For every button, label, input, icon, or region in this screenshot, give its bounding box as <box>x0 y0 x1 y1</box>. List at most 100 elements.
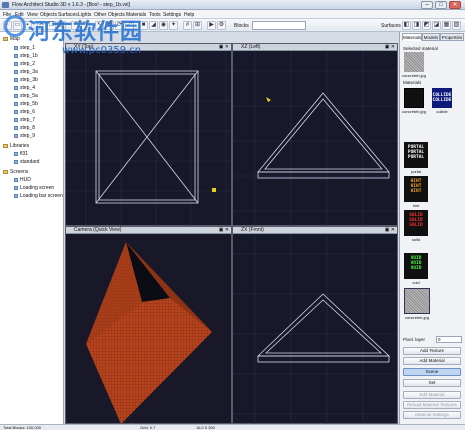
tree-item-step[interactable]: step_1b <box>14 52 38 59</box>
camera-view-canvas[interactable] <box>66 234 231 424</box>
close-button[interactable]: ✕ <box>449 1 461 9</box>
screen-icon <box>14 185 18 190</box>
tree-item-step[interactable]: step_5a <box>14 92 38 99</box>
tab-materials[interactable]: Materials <box>402 33 422 41</box>
add-material-button[interactable]: Add Material <box>403 357 461 365</box>
tree-item-label: HUD <box>20 176 31 183</box>
left-view-canvas[interactable] <box>233 51 397 226</box>
viewport-top[interactable]: XY (Top) ▣ ✕ <box>65 43 232 226</box>
tree-node-screens[interactable]: Screens <box>3 168 28 175</box>
tree-item-screen[interactable]: Loading screen <box>14 184 54 191</box>
pixel-layer-field[interactable]: 0 <box>436 336 462 343</box>
watermark-logo-icon <box>4 15 26 37</box>
tree-item-step[interactable]: step_9 <box>14 132 35 139</box>
status-bar: Total Blocks: 100,000 Grid: 0.7 16.0 5 3… <box>0 424 465 430</box>
play-icon[interactable]: ▶ <box>207 21 216 30</box>
tree-item-library[interactable]: fl31 <box>14 150 28 157</box>
tree-item-step[interactable]: step_7 <box>14 116 35 123</box>
top-view-canvas[interactable] <box>66 51 231 226</box>
menu-settings[interactable]: Settings <box>163 12 181 18</box>
tree-item-step[interactable]: step_5b <box>14 100 38 107</box>
material-portal-swatch[interactable]: PORTAL PORTAL PORTAL <box>404 142 428 168</box>
tree-item-step[interactable]: step_3b <box>14 76 38 83</box>
viewport-controls-icon[interactable]: ▣ ✕ <box>219 44 229 51</box>
tree-item-step[interactable]: step_2 <box>14 60 35 67</box>
surface-icon-2[interactable]: ◨ <box>412 21 421 30</box>
surface-icon-5[interactable]: ▦ <box>442 21 451 30</box>
tab-models[interactable]: Models <box>422 33 440 41</box>
minimize-button[interactable]: – <box>421 1 433 9</box>
material-void-swatch[interactable]: VOID VOID VOID <box>404 253 428 279</box>
selected-material-name: concreteb.jpg <box>401 73 426 78</box>
level-icon <box>14 125 18 130</box>
viewport-left[interactable]: XZ (Left) ▣ ✕ <box>232 43 398 226</box>
scene-tree: Map step_1 step_1b step_2 step_3a step_3… <box>0 32 64 424</box>
material-solid-swatch[interactable]: SOLID SOLID SOLID <box>404 210 428 236</box>
level-icon <box>14 45 18 50</box>
tree-item-screen[interactable]: HUD <box>14 176 31 183</box>
material-name: concreteb.jpg <box>404 315 429 320</box>
grid-toggle-icon[interactable]: # <box>183 21 192 30</box>
viewport-controls-icon[interactable]: ▣ ✕ <box>385 227 395 234</box>
scene-button[interactable]: Scene <box>403 368 461 376</box>
tree-item-step[interactable]: step_8 <box>14 124 35 131</box>
set-button[interactable]: Set <box>403 379 461 387</box>
viewport-header: ZX (Front) ▣ ✕ <box>233 227 397 234</box>
blocks-select[interactable] <box>252 21 306 30</box>
tree-item-screen[interactable]: Loading bar screen <box>14 192 63 199</box>
level-icon <box>14 85 18 90</box>
cylinder-tool-icon[interactable]: ◉ <box>159 21 168 30</box>
surface-icon-1[interactable]: ◧ <box>402 21 411 30</box>
tree-item-library[interactable]: standard <box>14 158 39 165</box>
viewport-front[interactable]: ZX (Front) ▣ ✕ <box>232 226 398 424</box>
folder-icon <box>3 36 8 41</box>
camera-marker-icon[interactable] <box>266 97 271 102</box>
front-view-canvas[interactable] <box>233 234 397 424</box>
viewport-header: Camera (Quick View) ▣ ✕ <box>66 227 231 234</box>
selected-material-swatch <box>404 52 424 72</box>
material-swatch-text: PORTAL PORTAL PORTAL <box>407 145 425 160</box>
tree-item-step[interactable]: step_6 <box>14 108 35 115</box>
tree-node-label: Screens <box>10 168 29 175</box>
material-collide-swatch[interactable]: COLLIDE COLLIDE <box>432 88 452 108</box>
add-texture-button[interactable]: Add Texture <box>403 347 461 355</box>
status-mid: Grid: 0.7 <box>140 425 156 430</box>
pixel-layer-label: Pixel. layer <box>403 337 426 342</box>
wedge-tool-icon[interactable]: ◢ <box>149 21 158 30</box>
folder-icon <box>3 143 8 148</box>
material-hint-swatch[interactable]: HINT HINT HINT <box>404 176 428 202</box>
material-concrete-swatch[interactable] <box>404 88 424 108</box>
tree-item-label: Loading screen <box>20 184 55 191</box>
surfaces-label: Surfaces <box>381 23 401 29</box>
viewport-camera[interactable]: Camera (Quick View) ▣ ✕ <box>65 226 232 424</box>
materials-label: Materials <box>403 80 422 85</box>
tree-item-step[interactable]: step_3a <box>14 68 38 75</box>
material-concrete-swatch[interactable] <box>404 288 430 314</box>
tab-properties[interactable]: Properties <box>440 33 464 41</box>
tree-item-label: step_6 <box>20 108 36 115</box>
reload-textures-button[interactable]: Reload Material Textures <box>403 401 461 409</box>
menu-tools[interactable]: Tools <box>149 12 161 18</box>
tree-node-libraries[interactable]: Libraries <box>3 142 29 149</box>
menu-help[interactable]: Help <box>184 12 194 18</box>
tree-item-step[interactable]: step_4 <box>14 84 35 91</box>
viewport-controls-icon[interactable]: ▣ ✕ <box>385 44 395 51</box>
tree-item-label: step_9 <box>20 132 36 139</box>
snap-toggle-icon[interactable]: ⊞ <box>193 21 202 30</box>
edit-material-button[interactable]: Edit Material <box>403 391 461 399</box>
viewport-title: XZ (Left) <box>241 44 261 50</box>
app-icon <box>2 2 9 8</box>
surface-icon-6[interactable]: ▧ <box>452 21 461 30</box>
level-icon <box>14 77 18 82</box>
build-icon[interactable]: ⚙ <box>217 21 226 30</box>
light-tool-icon[interactable]: ✦ <box>169 21 178 30</box>
material-settings-button[interactable]: Material Settings <box>403 411 461 419</box>
viewport-controls-icon[interactable]: ▣ ✕ <box>219 227 229 234</box>
surface-icon-4[interactable]: ◪ <box>432 21 441 30</box>
maximize-button[interactable]: □ <box>435 1 447 9</box>
surface-icon-3[interactable]: ◩ <box>422 21 431 30</box>
status-right: 16.0 5 300 <box>196 425 215 430</box>
screen-icon <box>14 177 18 182</box>
camera-marker-icon[interactable] <box>212 188 216 192</box>
tree-item-label: step_3a <box>20 68 38 75</box>
